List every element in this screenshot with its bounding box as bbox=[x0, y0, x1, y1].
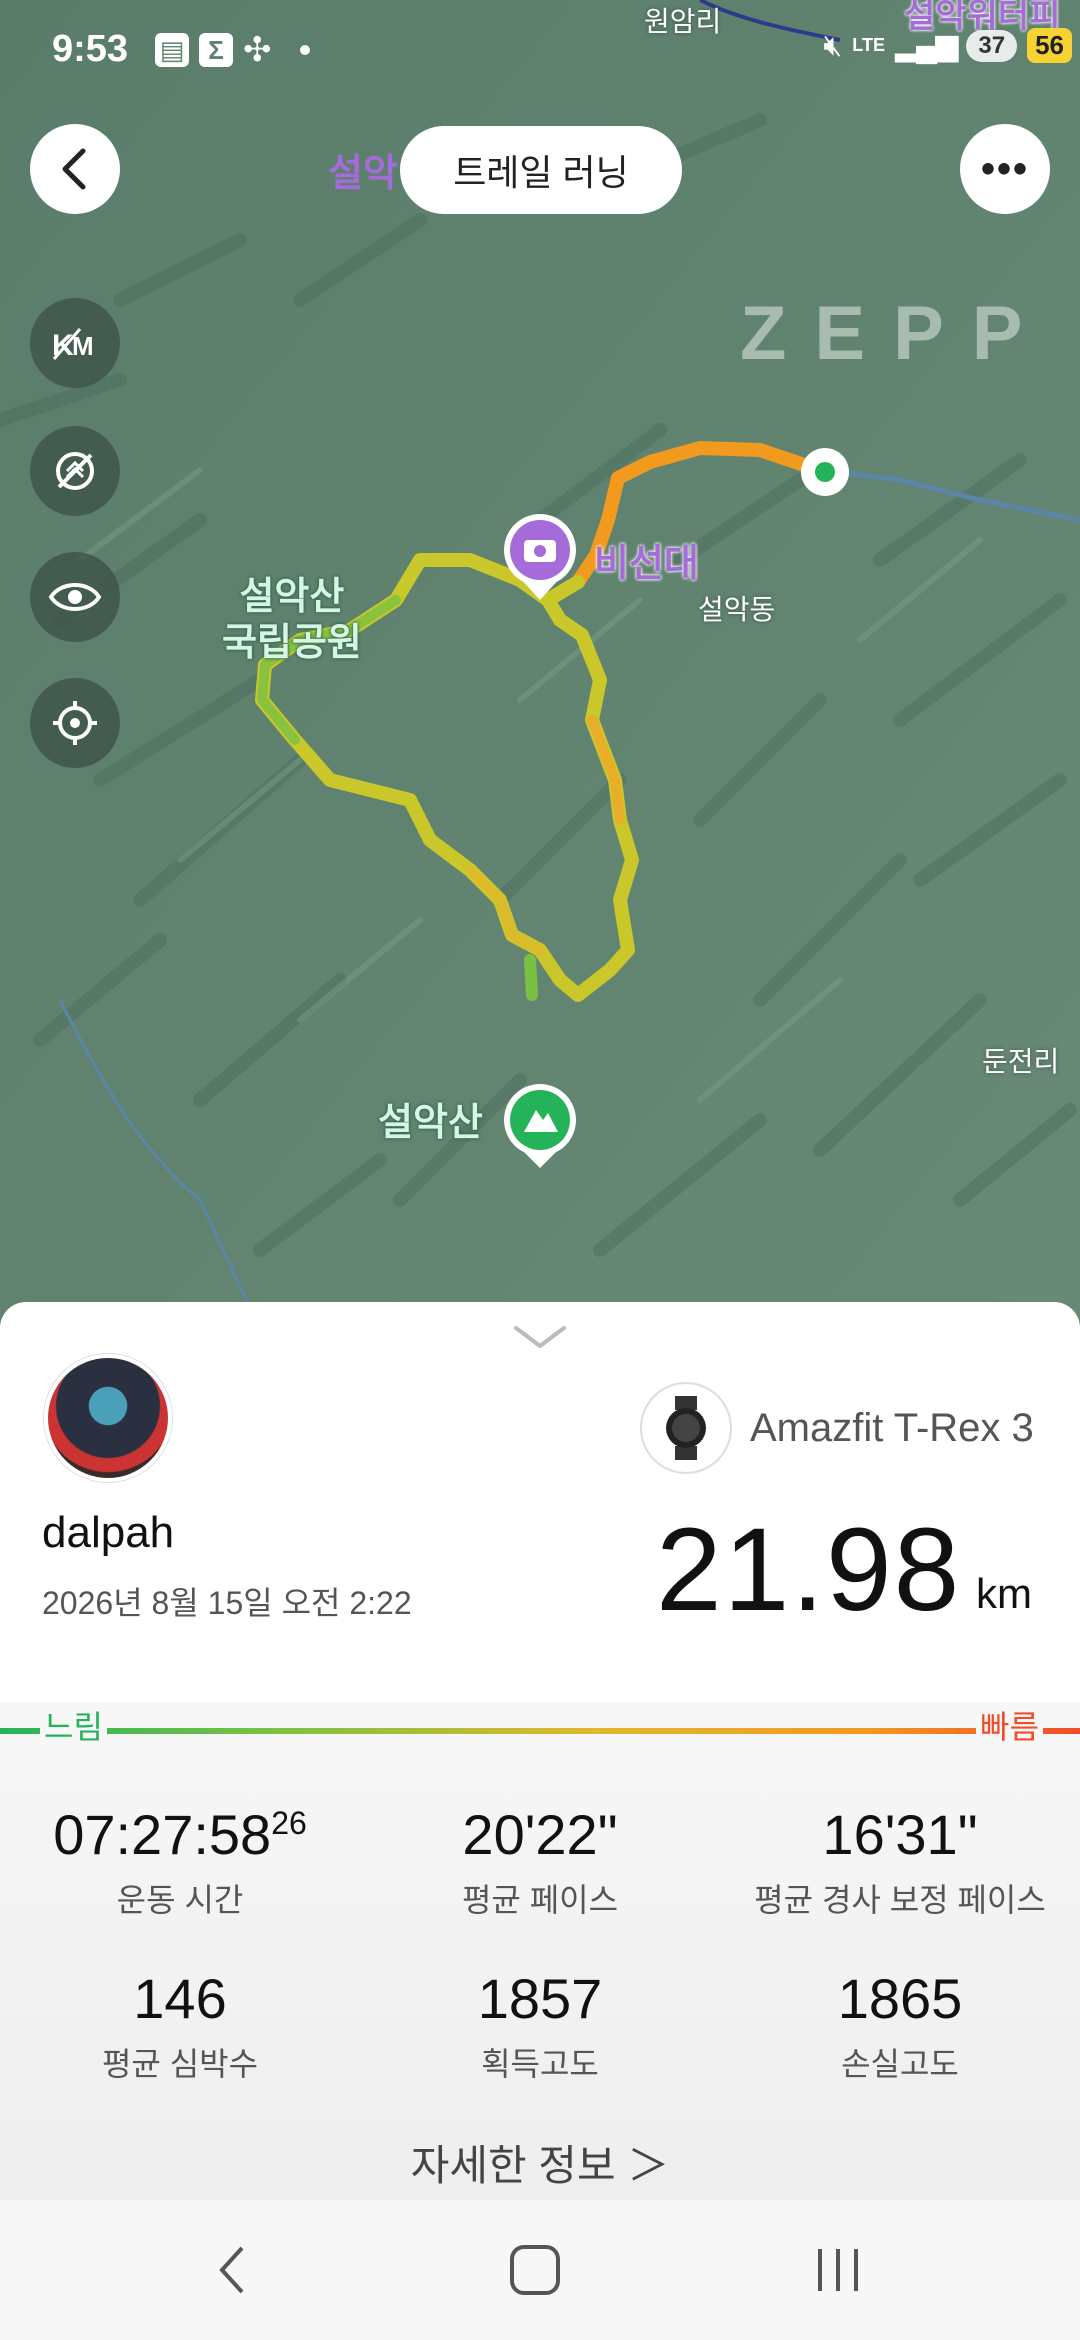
activity-datetime: 2026년 8월 15일 오전 2:22 bbox=[42, 1585, 412, 1621]
map-label-seorakdong: 설악동 bbox=[698, 594, 776, 625]
nav-recents-button[interactable] bbox=[778, 2230, 898, 2310]
km-marker-toggle-button[interactable]: K M bbox=[30, 298, 120, 388]
sigma-icon: Σ bbox=[199, 33, 233, 67]
stat-duration: 07:27:5826 운동 시간 bbox=[10, 1802, 350, 1921]
more-icon: ••• bbox=[980, 146, 1029, 191]
collapse-chevron-icon[interactable] bbox=[510, 1322, 570, 1352]
stat-duration-label: 운동 시간 bbox=[116, 1882, 244, 1918]
stat-avg-heart-rate-value: 146 bbox=[133, 1967, 227, 2030]
nav-home-icon bbox=[510, 2245, 560, 2295]
activity-type-title[interactable]: 트레일 러닝 bbox=[400, 126, 682, 214]
pace-scale-bar bbox=[0, 1726, 1080, 1736]
stat-avg-pace-label: 평균 페이스 bbox=[461, 1882, 619, 1918]
pace-off-icon bbox=[56, 452, 94, 490]
nav-recents-icon bbox=[818, 2249, 858, 2291]
visibility-toggle-button[interactable] bbox=[30, 552, 120, 642]
km-marker-icon: K M bbox=[52, 328, 94, 362]
recenter-button[interactable] bbox=[30, 678, 120, 768]
stat-avg-pace: 20'22" 평균 페이스 bbox=[370, 1802, 710, 1921]
distance-unit: km bbox=[976, 1570, 1032, 1617]
stat-elevation-loss-label: 손실고도 bbox=[841, 2046, 959, 2082]
stat-grade-adjusted-pace: 16'31" 평균 경사 보정 페이스 bbox=[730, 1802, 1070, 1921]
map-label-seoraksan: 설악산 bbox=[378, 1102, 483, 1144]
eye-icon bbox=[48, 583, 102, 611]
map-label-bisundae: 비선대 bbox=[594, 543, 699, 585]
status-time: 9:53 bbox=[52, 28, 129, 70]
stat-elevation-loss: 1865 손실고도 bbox=[730, 1966, 1070, 2085]
stat-elevation-gain-label: 획득고도 bbox=[481, 2046, 599, 2082]
pace-scale-slow-label: 느림 bbox=[40, 1702, 107, 1748]
username: dalpah bbox=[42, 1508, 175, 1557]
chevron-left-icon bbox=[62, 148, 86, 190]
map-label-park: 설악산 국립공원 bbox=[222, 576, 362, 664]
stat-grade-adjusted-pace-label: 평균 경사 보정 페이스 bbox=[754, 1882, 1046, 1918]
nav-back-button[interactable] bbox=[172, 2230, 292, 2310]
total-distance: 21.98 bbox=[656, 1504, 962, 1636]
stat-elevation-gain: 1857 획득고도 bbox=[370, 1966, 710, 2085]
battery-level: 37 bbox=[966, 29, 1018, 62]
nav-back-icon bbox=[219, 2246, 244, 2294]
pace-scale-fast-label: 빠름 bbox=[976, 1702, 1043, 1748]
details-link[interactable]: 자세한 정보 ＞ bbox=[0, 2132, 1080, 2193]
stat-duration-hundredths: 26 bbox=[271, 1805, 307, 1841]
stat-elevation-gain-value: 1857 bbox=[477, 1967, 603, 2030]
stat-avg-heart-rate-label: 평균 심박수 bbox=[101, 2046, 259, 2082]
signal-icon: ▂▄▆ bbox=[894, 29, 958, 62]
mute-icon: 🔇︎ bbox=[823, 28, 843, 62]
stat-elevation-loss-value: 1865 bbox=[837, 1967, 963, 2030]
zepp-watermark: ZEPP bbox=[740, 291, 1051, 376]
stat-avg-heart-rate: 146 평균 심박수 bbox=[10, 1966, 350, 2085]
more-notifications-dot-icon bbox=[299, 45, 310, 55]
pace-layer-toggle-button[interactable] bbox=[30, 426, 120, 516]
status-right-icons: 🔇︎ LTE ▂▄▆ 37 56 bbox=[823, 28, 1072, 63]
stat-grade-adjusted-pace-value: 16'31" bbox=[822, 1803, 978, 1866]
news-icon: ▤ bbox=[155, 33, 189, 67]
more-options-button[interactable]: ••• bbox=[960, 124, 1050, 214]
status-notification-icons: ▤ Σ ✣ bbox=[155, 30, 310, 70]
avatar[interactable] bbox=[44, 1354, 172, 1482]
slack-icon: ✣ bbox=[243, 31, 272, 69]
map-label-fragment: 설악 bbox=[328, 153, 398, 195]
map-label-dunjeonri: 둔전리 bbox=[982, 1046, 1060, 1077]
locate-icon bbox=[53, 701, 97, 745]
system-nav-bar bbox=[0, 2200, 1080, 2340]
nav-home-button[interactable] bbox=[475, 2230, 595, 2310]
watch-icon bbox=[640, 1382, 732, 1474]
stat-duration-value: 07:27:58 bbox=[53, 1803, 272, 1866]
status-bar: 9:53 ▤ Σ ✣ 🔇︎ LTE ▂▄▆ 37 56 bbox=[0, 0, 1080, 100]
device-name: Amazfit T-Rex 3 bbox=[750, 1406, 1034, 1450]
back-button[interactable] bbox=[30, 124, 120, 214]
activity-summary-sheet: dalpah 2026년 8월 15일 오전 2:22 Amazfit T-Re… bbox=[0, 1302, 1080, 2200]
stats-area bbox=[0, 1702, 1080, 2200]
stat-avg-pace-value: 20'22" bbox=[462, 1803, 618, 1866]
status-badge: 56 bbox=[1027, 28, 1072, 63]
network-type: LTE bbox=[852, 35, 885, 55]
